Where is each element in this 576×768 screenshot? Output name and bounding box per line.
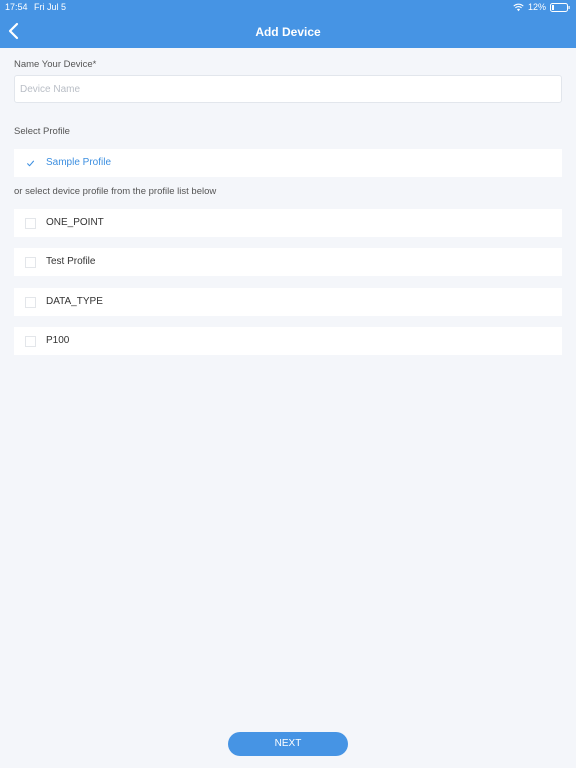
profile-item-label: ONE_POINT (46, 217, 104, 228)
profile-item-label: Test Profile (46, 256, 96, 267)
profile-item-one-point[interactable]: ONE_POINT (14, 209, 562, 237)
wifi-icon (513, 3, 524, 11)
status-time: 17:54 (5, 2, 28, 12)
profile-item-data-type[interactable]: DATA_TYPE (14, 288, 562, 316)
device-name-input[interactable] (14, 75, 562, 103)
battery-icon (550, 2, 570, 12)
profile-item-label: P100 (46, 335, 70, 346)
battery-percent: 12% (527, 2, 546, 12)
profile-item-label: DATA_TYPE (46, 296, 103, 307)
profile-item-p100[interactable]: P100 (14, 327, 562, 355)
checkbox-unchecked-icon[interactable] (25, 256, 36, 268)
profile-item-test-profile[interactable]: Test Profile (14, 248, 562, 276)
device-name-label: Name Your Device* (14, 59, 97, 70)
next-button[interactable]: NEXT (228, 732, 348, 756)
app-header: 17:54 Fri Jul 5 12% Add Device (0, 0, 576, 48)
selected-profile-label: Sample Profile (46, 157, 112, 168)
profile-list-hint: or select device profile from the profil… (14, 186, 217, 197)
selected-profile-row[interactable]: Sample Profile (14, 149, 562, 177)
checkmark-icon[interactable] (25, 157, 36, 169)
checkbox-unchecked-icon[interactable] (25, 217, 36, 229)
page-title: Add Device (255, 25, 321, 39)
status-indicators: 12% (513, 0, 570, 14)
status-bar: 17:54 Fri Jul 5 12% (0, 0, 576, 14)
status-date: Fri Jul 5 (34, 2, 67, 12)
select-profile-label: Select Profile (14, 126, 70, 137)
checkbox-unchecked-icon[interactable] (25, 296, 36, 308)
checkbox-unchecked-icon[interactable] (25, 335, 36, 347)
